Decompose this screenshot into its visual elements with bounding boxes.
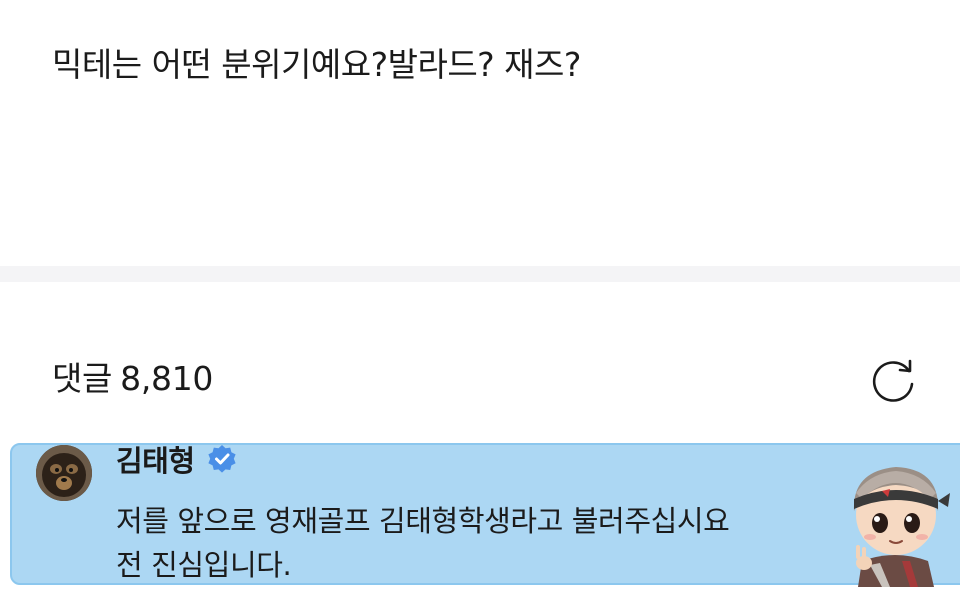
comment-author-name[interactable]: 김태형 — [116, 438, 195, 480]
avatar-image — [36, 445, 92, 501]
refresh-button[interactable] — [866, 355, 924, 405]
comment-card[interactable]: 김태형 저를 앞으로 영재골프 김태형학생라고 불러주십시요 전 진심입니다. — [10, 443, 960, 587]
post-text: 믹테는 어떤 분위기예요?발라드? 재즈? — [52, 45, 581, 84]
post-body: 믹테는 어떤 분위기예요?발라드? 재즈? — [0, 0, 960, 266]
verified-badge-icon — [207, 445, 236, 473]
comment-count: 댓글 8,810 — [52, 357, 213, 401]
comment-count-label: 댓글 — [52, 359, 113, 398]
character-sticker — [853, 467, 950, 587]
comment-author-row: 김태형 — [116, 437, 237, 481]
comment-line: 저를 앞으로 영재골프 김태형학생라고 불러주십시요 — [116, 504, 730, 538]
comment-line: 전 진심입니다. — [116, 548, 292, 582]
comment-text: 저를 앞으로 영재골프 김태형학생라고 불러주십시요 전 진심입니다. — [116, 499, 730, 587]
refresh-icon — [872, 359, 914, 402]
comments-header: 댓글 8,810 — [0, 282, 960, 442]
avatar[interactable] — [36, 445, 92, 501]
section-divider — [0, 266, 960, 282]
comment-count-value: 8,810 — [120, 359, 214, 398]
